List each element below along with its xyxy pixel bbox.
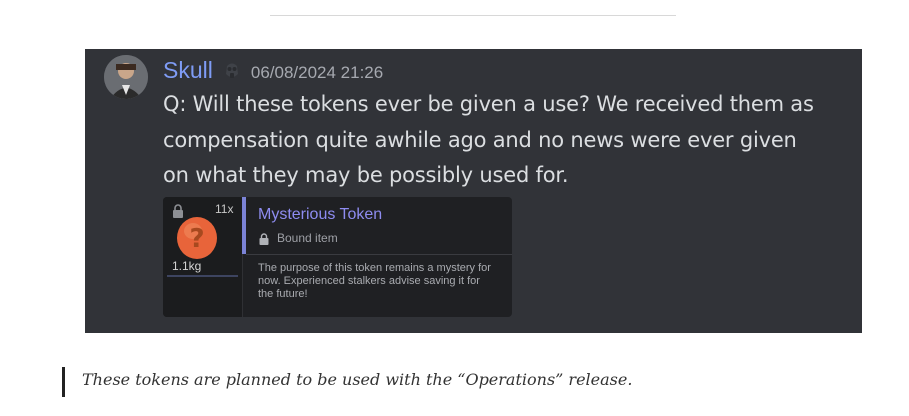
gasmask-badge-icon — [221, 60, 243, 82]
slot-underline — [167, 275, 238, 277]
answer-quote: These tokens are planned to be used with… — [82, 370, 633, 389]
quote-bar — [62, 367, 65, 397]
bound-label: Bound item — [277, 231, 338, 245]
item-slot: ? 11x 1.1kg — [163, 197, 243, 317]
message-text: Q: Will these tokens ever be given a use… — [163, 92, 814, 187]
mystery-token-icon: ? — [177, 217, 217, 259]
bound-lock-icon — [259, 233, 269, 245]
item-description: The purpose of this token remains a myst… — [258, 262, 491, 300]
avatar[interactable] — [104, 55, 148, 99]
timestamp: 06/08/2024 21:26 — [250, 63, 384, 82]
message-header: Skull 06/08/2024 21:26 — [163, 56, 383, 84]
item-tooltip-embed: ? 11x 1.1kg Mysterious Token Bound item … — [163, 197, 512, 317]
item-accent-bar — [242, 197, 246, 254]
item-count: 11x — [215, 202, 234, 216]
embed-divider — [246, 254, 512, 255]
item-weight: 1.1kg — [172, 259, 202, 273]
top-divider — [270, 15, 676, 16]
svg-text:?: ? — [189, 224, 204, 254]
username[interactable]: Skull — [163, 57, 213, 84]
item-name: Mysterious Token — [258, 206, 383, 223]
discord-message-screenshot: Skull 06/08/2024 21:26 Q: Will these tok… — [85, 49, 862, 333]
